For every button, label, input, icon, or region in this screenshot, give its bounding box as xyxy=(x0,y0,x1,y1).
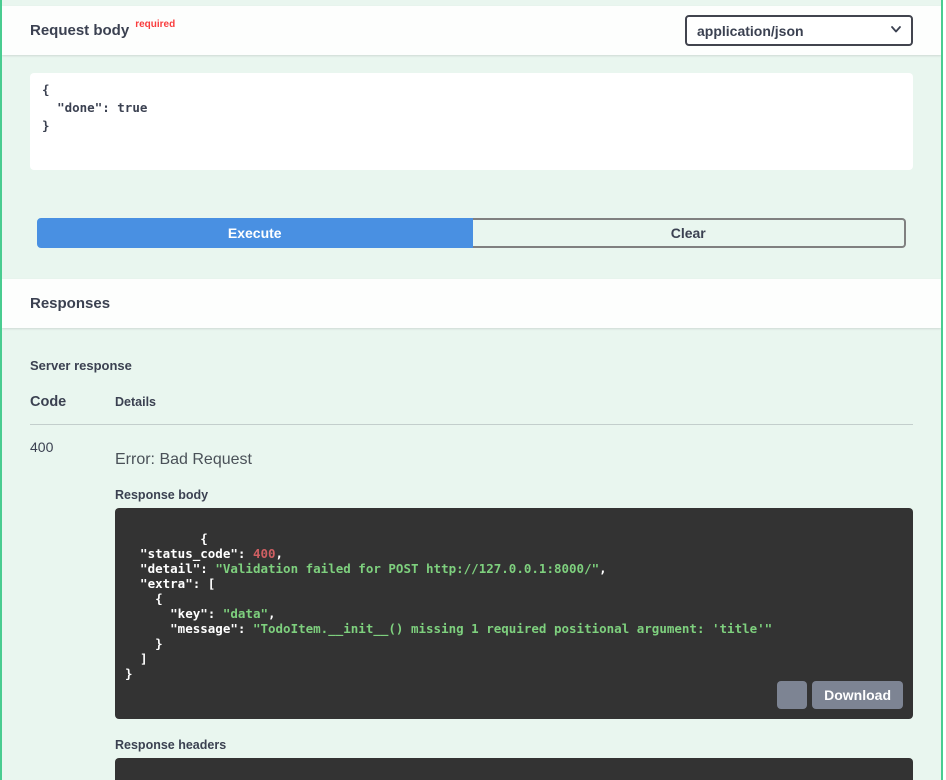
request-body-input[interactable]: { "done": true } xyxy=(30,73,913,170)
request-body-editor-area: { "done": true } xyxy=(2,55,941,170)
required-label: required xyxy=(135,19,175,30)
response-row: 400 Error: Bad Request Response body { "… xyxy=(30,437,913,780)
operation-block: Request body required application/json {… xyxy=(0,0,943,780)
code-column-header: Code xyxy=(30,394,115,410)
copy-to-clipboard-button[interactable] xyxy=(777,681,807,709)
responses-section: Server response Code Details 400 Error: … xyxy=(2,358,941,780)
code-controls: Download xyxy=(777,681,903,709)
response-body-json: { "status_code": 400, "detail": "Validat… xyxy=(125,531,772,681)
server-response-label: Server response xyxy=(30,358,913,373)
download-button[interactable]: Download xyxy=(812,681,903,709)
response-status-code: 400 xyxy=(30,437,115,780)
response-body-code: { "status_code": 400, "detail": "Validat… xyxy=(115,508,913,719)
content-type-select-wrap: application/json xyxy=(685,15,913,46)
details-column-header: Details xyxy=(115,395,156,409)
clear-button[interactable]: Clear xyxy=(473,218,907,248)
content-type-select[interactable]: application/json xyxy=(685,15,913,46)
responses-table-header: Code Details xyxy=(30,394,913,425)
request-body-header: Request body required application/json xyxy=(2,6,941,55)
execute-button[interactable]: Execute xyxy=(37,218,473,248)
response-status-text: Error: Bad Request xyxy=(115,451,913,469)
request-body-title: Request body xyxy=(30,22,129,39)
execute-button-group: Execute Clear xyxy=(37,218,906,248)
responses-header: Responses xyxy=(2,279,941,328)
response-headers-block: content-length: 185 content-type: applic… xyxy=(115,758,913,780)
response-details: Error: Bad Request Response body { "stat… xyxy=(115,437,913,780)
response-headers-label: Response headers xyxy=(115,738,913,752)
response-body-label: Response body xyxy=(115,488,913,502)
responses-title: Responses xyxy=(30,295,110,312)
